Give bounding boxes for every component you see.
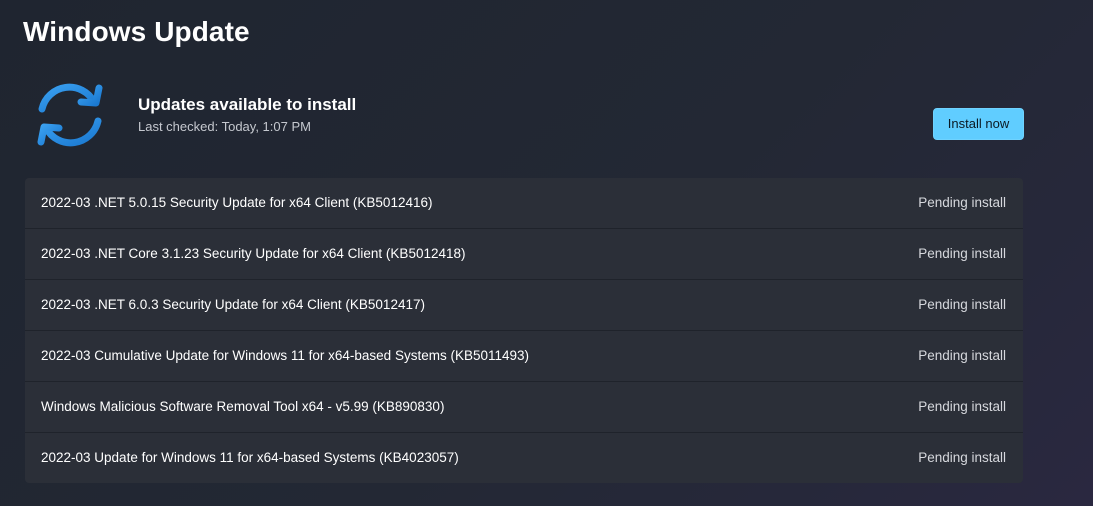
update-name: 2022-03 Update for Windows 11 for x64-ba… [41, 450, 459, 465]
update-row: 2022-03 .NET 6.0.3 Security Update for x… [25, 280, 1023, 331]
update-name: 2022-03 .NET 6.0.3 Security Update for x… [41, 297, 425, 312]
update-row: 2022-03 .NET 5.0.15 Security Update for … [25, 178, 1023, 229]
update-row: 2022-03 Cumulative Update for Windows 11… [25, 331, 1023, 382]
update-name: 2022-03 .NET Core 3.1.23 Security Update… [41, 246, 466, 261]
update-status: Pending install [918, 348, 1006, 363]
update-name: Windows Malicious Software Removal Tool … [41, 399, 445, 414]
update-row: 2022-03 Update for Windows 11 for x64-ba… [25, 433, 1023, 483]
update-status: Pending install [918, 297, 1006, 312]
last-checked-text: Last checked: Today, 1:07 PM [138, 119, 311, 134]
status-title: Updates available to install [138, 95, 357, 114]
update-status: Pending install [918, 246, 1006, 261]
update-status: Pending install [918, 399, 1006, 414]
sync-icon [37, 83, 103, 147]
install-now-button[interactable]: Install now [933, 108, 1024, 140]
update-row: Windows Malicious Software Removal Tool … [25, 382, 1023, 433]
status-text-block: Updates available to install Last checke… [138, 94, 356, 137]
update-row: 2022-03 .NET Core 3.1.23 Security Update… [25, 229, 1023, 280]
update-name: 2022-03 Cumulative Update for Windows 11… [41, 348, 530, 363]
page-title: Windows Update [23, 16, 250, 47]
update-status: Pending install [918, 195, 1006, 210]
update-status-card: Updates available to install Last checke… [25, 72, 1024, 168]
update-name: 2022-03 .NET 5.0.15 Security Update for … [41, 195, 433, 210]
update-status: Pending install [918, 450, 1006, 465]
updates-list: 2022-03 .NET 5.0.15 Security Update for … [25, 178, 1023, 483]
